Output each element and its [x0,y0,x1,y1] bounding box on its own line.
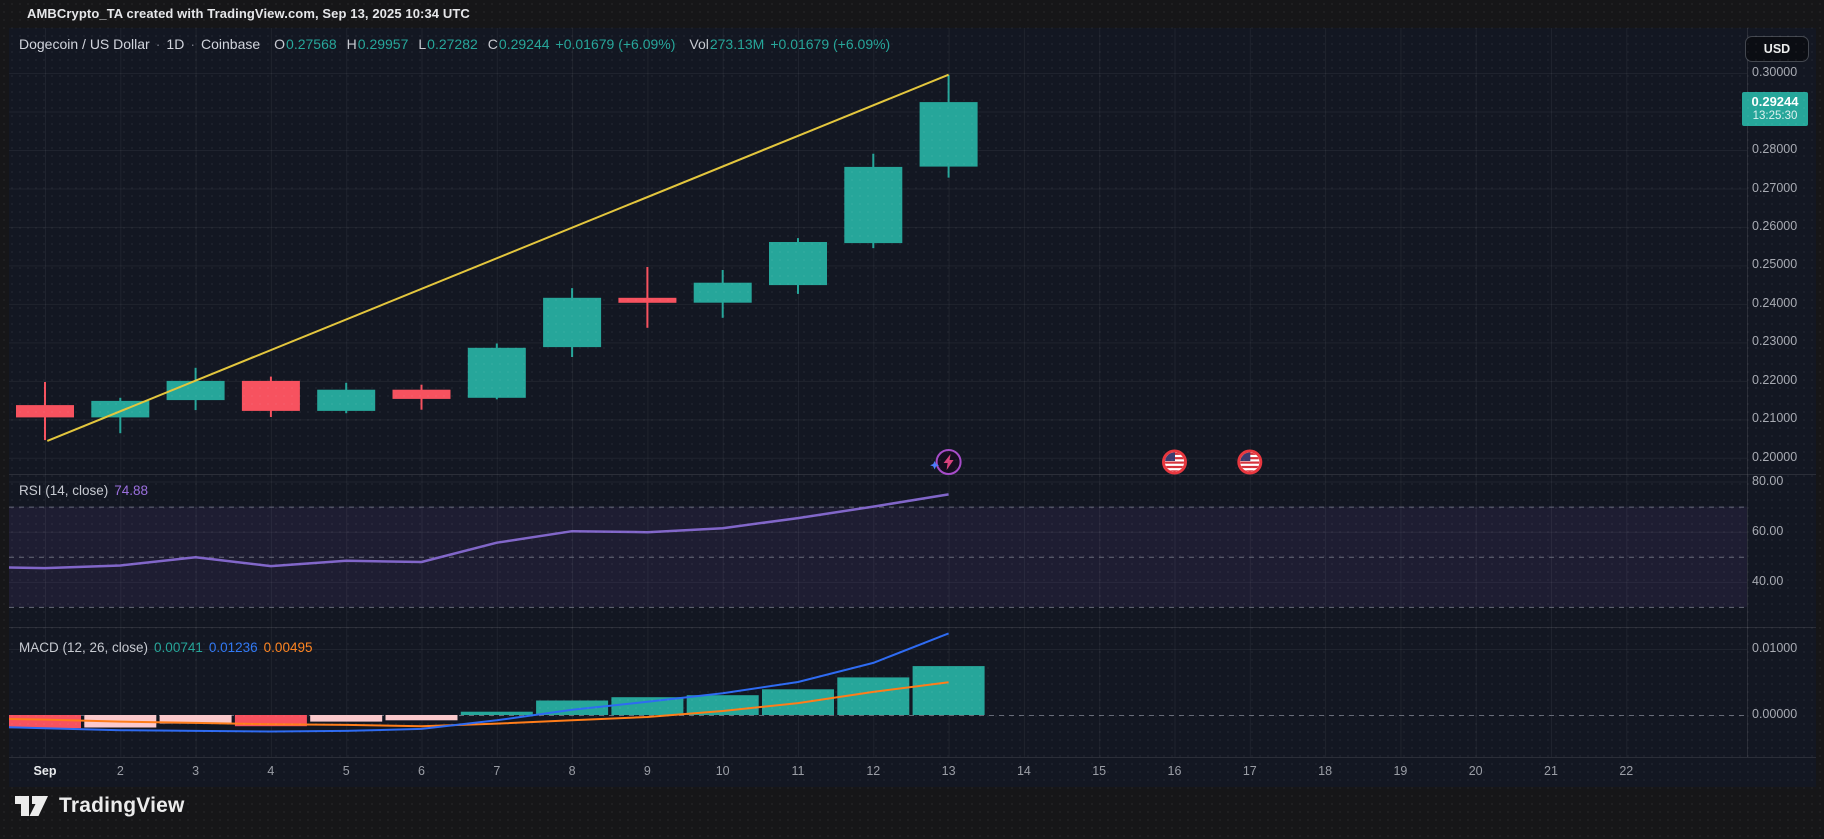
macd-tick-label: 0.01000 [1752,641,1798,655]
ohlc-pair-o: O 0.27568 [274,36,337,52]
price-tick-label: 0.25000 [1752,257,1798,272]
price-tick-label: 0.26000 [1752,218,1798,233]
rsi-tick-label: 40.00 [1752,573,1784,588]
ohlc-label: C [487,36,498,52]
macd-signal-value: 0.00495 [263,640,313,655]
time-tick-label: 19 [1393,764,1408,778]
tradingview-logo-text: TradingView [59,794,185,817]
ohlc-value: 0.27282 [427,36,478,52]
time-tick-label: 5 [342,764,350,778]
currency-toggle-button[interactable]: USD [1745,36,1809,62]
rsi-legend[interactable]: RSI (14, close) 74.88 [19,483,148,498]
time-tick-label: 9 [643,764,651,778]
price-change: +0.01679 (+6.09%) [555,36,676,52]
macd-legend[interactable]: MACD (12, 26, close) 0.00741 0.01236 0.0… [19,640,312,655]
price-tick-label: 0.21000 [1752,411,1798,426]
rsi-value: 74.88 [114,483,149,498]
time-tick-label: 4 [267,764,275,778]
rsi-band-fill [9,506,1747,607]
candle-sep-6 [392,384,451,410]
volume-value: 273.13M [709,36,765,52]
legend-separator: · [155,36,161,52]
candle-sep-4 [241,376,300,417]
time-tick-label: 22 [1619,764,1634,778]
volume-change: +0.01679 (+6.09%) [770,36,891,52]
time-tick-label: 2 [116,764,124,778]
time-tick-label: 11 [791,764,805,778]
time-tick-label: 8 [568,764,576,778]
candle-sep-1 [16,382,74,441]
candle-sep-12 [844,153,903,249]
macd-line-value: 0.01236 [208,640,258,655]
price-tick-label: 0.20000 [1752,449,1798,464]
price-tick-label: 0.22000 [1752,372,1798,387]
rsi-title: RSI (14, close) [19,483,109,498]
rsi-tick-label: 60.00 [1752,523,1784,538]
ohlc-values: O 0.27568 H 0.29957 L 0.27282 C 0.29244 [274,36,549,52]
time-tick-label: 10 [715,764,730,778]
candle-sep-11 [769,238,827,294]
us-flag-event-marker[interactable] [1237,449,1263,475]
last-price-badge: 0.29244 13:25:30 [1742,92,1808,126]
ohlc-label: L [418,36,427,52]
candle-sep-5 [317,382,376,414]
ohlc-label: H [346,36,357,52]
symbol-legend[interactable]: Dogecoin / US Dollar · 1D · Coinbase O 0.… [19,36,890,52]
time-tick-label: 14 [1016,764,1031,778]
macd-title: MACD (12, 26, close) [19,640,149,655]
tradingview-logo[interactable]: TradingView [14,791,185,821]
last-price-value: 0.29244 [1751,94,1799,110]
ohlc-pair-c: C 0.29244 [488,36,550,52]
volume-label: Vol [689,36,709,52]
time-tick-label: 7 [493,764,501,778]
lightning-event-marker[interactable] [930,449,962,475]
time-tick-label: 13 [941,764,956,778]
rsi-tick-label: 80.00 [1752,473,1784,488]
chart-container[interactable]: Dogecoin / US Dollar · 1D · Coinbase O 0.… [9,28,1816,787]
watermark-title: AMBCrypto_TA created with TradingView.co… [27,6,470,21]
candle-sep-13 [919,74,978,178]
price-tick-label: 0.27000 [1752,180,1798,195]
macd-histogram-value: 0.00741 [154,640,203,655]
time-tick-label: Sep [33,764,57,778]
tradingview-logo-icon [15,796,48,816]
exchange-label: Coinbase [200,36,261,52]
tradingview-screenshot: AMBCrypto_TA created with TradingView.co… [0,0,1824,839]
time-tick-label: 3 [192,764,200,778]
ohlc-label: O [274,36,286,52]
time-tick-label: 16 [1167,764,1182,778]
time-tick-label: 6 [418,764,425,778]
ohlc-value: 0.29244 [498,36,550,52]
legend-separator: · [190,36,195,52]
time-tick-label: 18 [1318,764,1333,778]
candle-sep-9 [618,267,677,328]
time-tick-label: 20 [1468,764,1483,778]
symbol-name: Dogecoin / US Dollar [19,36,150,52]
us-flag-event-marker[interactable] [1162,449,1187,475]
price-tick-label: 0.23000 [1752,334,1798,349]
time-tick-label: 12 [866,764,881,778]
time-tick-label: 21 [1544,764,1558,778]
bar-countdown: 13:25:30 [1752,109,1798,122]
ohlc-value: 0.27568 [286,36,337,52]
price-tick-label: 0.28000 [1752,142,1798,156]
candle-sep-7 [467,343,526,400]
ohlc-pair-l: L 0.27282 [418,36,477,52]
time-tick-label: 17 [1242,764,1257,778]
candle-sep-8 [543,288,602,357]
price-tick-label: 0.30000 [1752,65,1798,79]
candle-sep-10 [693,270,752,318]
interval-label: 1D [166,36,185,52]
chart-canvas[interactable] [9,28,1816,787]
ohlc-value: 0.29957 [357,36,409,52]
ohlc-pair-h: H 0.29957 [347,36,409,52]
price-tick-label: 0.24000 [1752,295,1798,310]
time-tick-label: 15 [1092,764,1107,778]
macd-tick-label: 0.00000 [1752,707,1798,721]
